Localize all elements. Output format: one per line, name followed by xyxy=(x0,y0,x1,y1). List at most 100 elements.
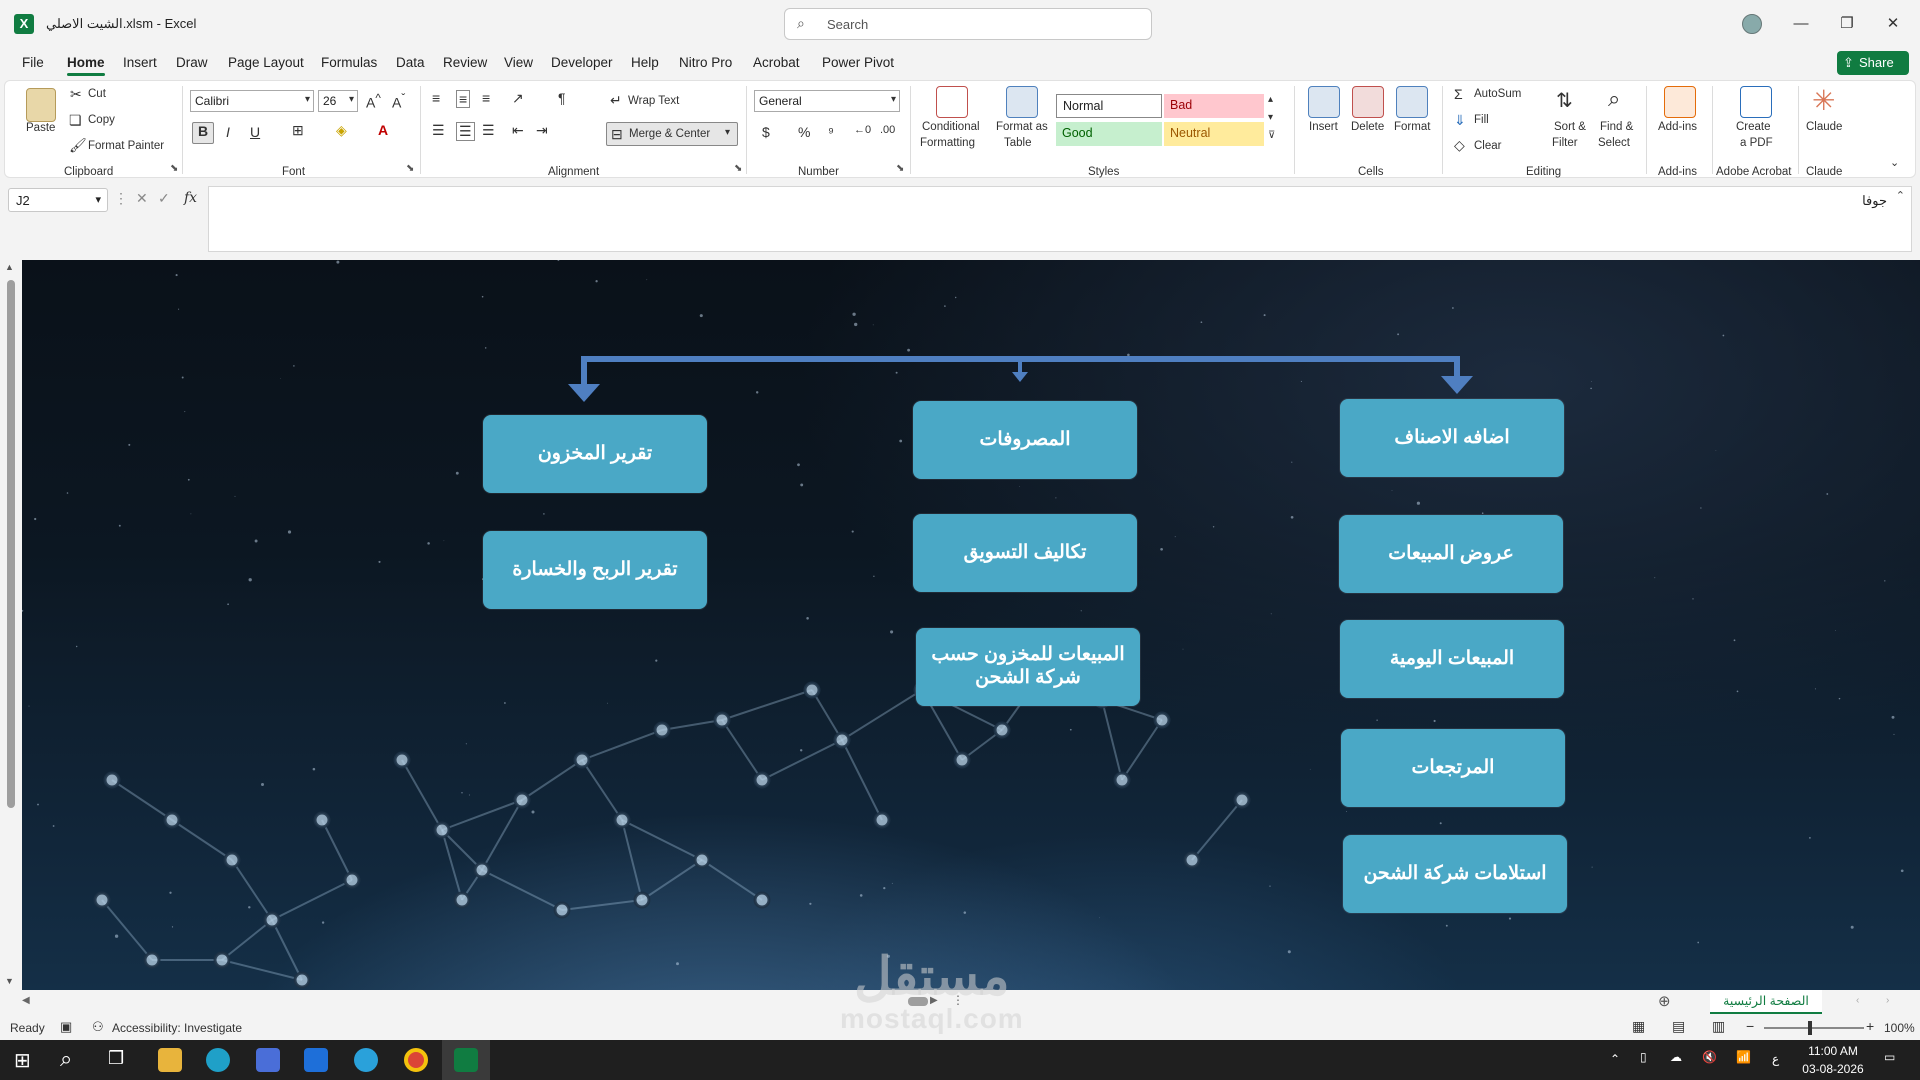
tab-nitro-pro[interactable]: Nitro Pro xyxy=(679,55,732,70)
conditional-formatting-label-2[interactable]: Formatting xyxy=(920,137,975,149)
node-returns[interactable]: المرتجعات xyxy=(1341,729,1565,807)
fill-color-icon[interactable]: ◈ xyxy=(336,122,347,139)
align-left-icon[interactable]: ☰ xyxy=(432,122,445,139)
percent-icon[interactable]: % xyxy=(798,124,810,140)
next-sheet-icon[interactable]: › xyxy=(1886,995,1889,1006)
search-icon[interactable]: ⌕ xyxy=(60,1046,72,1072)
styles-scroll-up-icon[interactable]: ▴ xyxy=(1268,94,1273,105)
autosum-icon[interactable]: Σ xyxy=(1454,86,1463,102)
input-language[interactable]: ع xyxy=(1772,1052,1779,1066)
font-family-select[interactable]: Calibri ▾ xyxy=(190,90,314,112)
sort-filter-label-1[interactable]: Sort & xyxy=(1554,121,1586,133)
clock-date[interactable]: 03-08-2026 xyxy=(1802,1062,1864,1076)
account-avatar[interactable] xyxy=(1742,14,1762,34)
notifications-icon[interactable]: ▭ xyxy=(1884,1050,1895,1064)
onedrive-icon[interactable]: ☁ xyxy=(1670,1050,1682,1064)
paste-icon[interactable] xyxy=(26,88,56,122)
restore-icon[interactable]: ❐ xyxy=(1832,10,1862,38)
cut-icon[interactable]: ✂ xyxy=(70,86,82,103)
macro-icon[interactable]: ▣ xyxy=(60,1019,72,1035)
italic-button[interactable]: I xyxy=(226,124,230,140)
font-size-select[interactable]: 26 ▾ xyxy=(318,90,358,112)
find-select-icon[interactable]: ⌕ xyxy=(1608,86,1620,112)
format-as-table-label-2[interactable]: Table xyxy=(1004,137,1032,149)
tab-formulas[interactable]: Formulas xyxy=(321,55,377,70)
zoom-in-icon[interactable]: + xyxy=(1866,1018,1874,1034)
copy-label[interactable]: Copy xyxy=(88,114,115,126)
align-center-icon[interactable]: ☰ xyxy=(456,122,475,141)
tab-draw[interactable]: Draw xyxy=(176,55,208,70)
tab-view[interactable]: View xyxy=(504,55,533,70)
conditional-formatting-label-1[interactable]: Conditional xyxy=(922,121,980,133)
find-select-label-2[interactable]: Select xyxy=(1598,137,1630,149)
clipboard-launcher-icon[interactable]: ⬊ xyxy=(170,163,178,174)
close-icon[interactable]: ✕ xyxy=(1878,10,1908,38)
orientation-icon[interactable]: ↗ xyxy=(512,90,524,107)
page-break-view-icon[interactable]: ▥ xyxy=(1712,1018,1725,1035)
add-sheet-icon[interactable]: ⊕ xyxy=(1658,992,1671,1010)
zoom-slider[interactable] xyxy=(1764,1027,1864,1029)
zoom-out-icon[interactable]: − xyxy=(1746,1018,1754,1034)
number-launcher-icon[interactable]: ⬊ xyxy=(896,163,904,174)
windows-start-icon[interactable]: ⊞ xyxy=(14,1048,31,1073)
borders-icon[interactable]: ⊞ xyxy=(292,122,304,139)
page-layout-view-icon[interactable]: ▤ xyxy=(1672,1018,1685,1035)
tab-file[interactable]: File xyxy=(22,55,44,70)
tray-chevron-up-icon[interactable]: ⌃ xyxy=(1610,1052,1620,1066)
store-icon[interactable] xyxy=(256,1048,280,1072)
currency-icon[interactable]: $ xyxy=(762,124,770,140)
claude-icon[interactable]: ✳ xyxy=(1812,84,1835,117)
sort-filter-icon[interactable]: ⇅ xyxy=(1556,88,1573,113)
prev-sheet-icon[interactable]: ‹ xyxy=(1856,995,1859,1006)
autosum-label[interactable]: AutoSum xyxy=(1474,88,1521,100)
decrease-decimal-icon[interactable]: .00 xyxy=(880,124,895,136)
font-color-icon[interactable]: A xyxy=(378,122,388,138)
insert-function-button[interactable]: fx xyxy=(184,190,197,206)
share-button[interactable]: ⇪ Share xyxy=(1837,51,1909,75)
node-marketing-costs[interactable]: تكاليف التسويق xyxy=(913,514,1137,592)
zoom-slider-thumb[interactable] xyxy=(1808,1021,1812,1035)
align-right-icon[interactable]: ☰ xyxy=(482,122,495,139)
format-as-table-icon[interactable] xyxy=(1006,86,1038,118)
fill-icon[interactable]: ⇓ xyxy=(1454,112,1466,129)
scroll-up-icon[interactable]: ▲ xyxy=(5,262,14,272)
collapse-ribbon-icon[interactable]: ⌄ xyxy=(1890,156,1899,169)
cut-label[interactable]: Cut xyxy=(88,88,106,100)
task-view-icon[interactable]: ❒ xyxy=(108,1048,124,1069)
vertical-scrollbar[interactable]: ▲ ▼ xyxy=(0,260,22,990)
decrease-font-icon[interactable]: Aˇ xyxy=(392,92,405,111)
conditional-formatting-icon[interactable] xyxy=(936,86,968,118)
sort-filter-label-2[interactable]: Filter xyxy=(1552,137,1578,149)
minimize-icon[interactable]: — xyxy=(1786,10,1816,38)
styles-scroll-down-icon[interactable]: ▾ xyxy=(1268,112,1273,123)
style-good[interactable]: Good xyxy=(1056,122,1162,146)
collapse-formula-icon[interactable]: ⌃ xyxy=(1896,189,1905,202)
tab-page-layout[interactable]: Page Layout xyxy=(228,55,304,70)
delete-cells-label[interactable]: Delete xyxy=(1351,121,1384,133)
more-icon[interactable]: ⋮ xyxy=(114,190,128,207)
excel-taskbar-icon[interactable] xyxy=(454,1048,478,1072)
network-icon[interactable]: 📶 xyxy=(1736,1050,1751,1064)
scroll-down-icon[interactable]: ▼ xyxy=(5,976,14,986)
scroll-left-icon[interactable]: ◀ xyxy=(22,995,30,1006)
tab-insert[interactable]: Insert xyxy=(123,55,157,70)
paste-label[interactable]: Paste xyxy=(26,122,55,134)
formula-input[interactable]: جوفا ⌃ xyxy=(208,186,1912,252)
find-select-label-1[interactable]: Find & xyxy=(1600,121,1633,133)
format-as-table-label-1[interactable]: Format as xyxy=(996,121,1048,133)
create-pdf-label-2[interactable]: a PDF xyxy=(1740,137,1773,149)
clock-time[interactable]: 11:00 AM xyxy=(1802,1044,1864,1058)
add-ins-label[interactable]: Add-ins xyxy=(1658,121,1697,133)
align-middle-icon[interactable]: ≡ xyxy=(456,90,471,108)
node-add-items[interactable]: اضافه الاصناف xyxy=(1340,399,1564,477)
file-explorer-icon[interactable] xyxy=(158,1048,182,1072)
scroll-thumb[interactable] xyxy=(7,280,15,808)
decrease-indent-icon[interactable]: ⇤ xyxy=(512,122,524,139)
insert-cells-label[interactable]: Insert xyxy=(1309,121,1338,133)
text-direction-icon[interactable]: ¶ xyxy=(558,90,566,106)
tab-home[interactable]: Home xyxy=(67,55,105,76)
format-painter-label[interactable]: Format Painter xyxy=(88,140,164,152)
edge-icon[interactable] xyxy=(206,1048,230,1072)
format-cells-icon[interactable] xyxy=(1396,86,1428,118)
search-box[interactable]: ⌕ Search xyxy=(784,8,1152,40)
